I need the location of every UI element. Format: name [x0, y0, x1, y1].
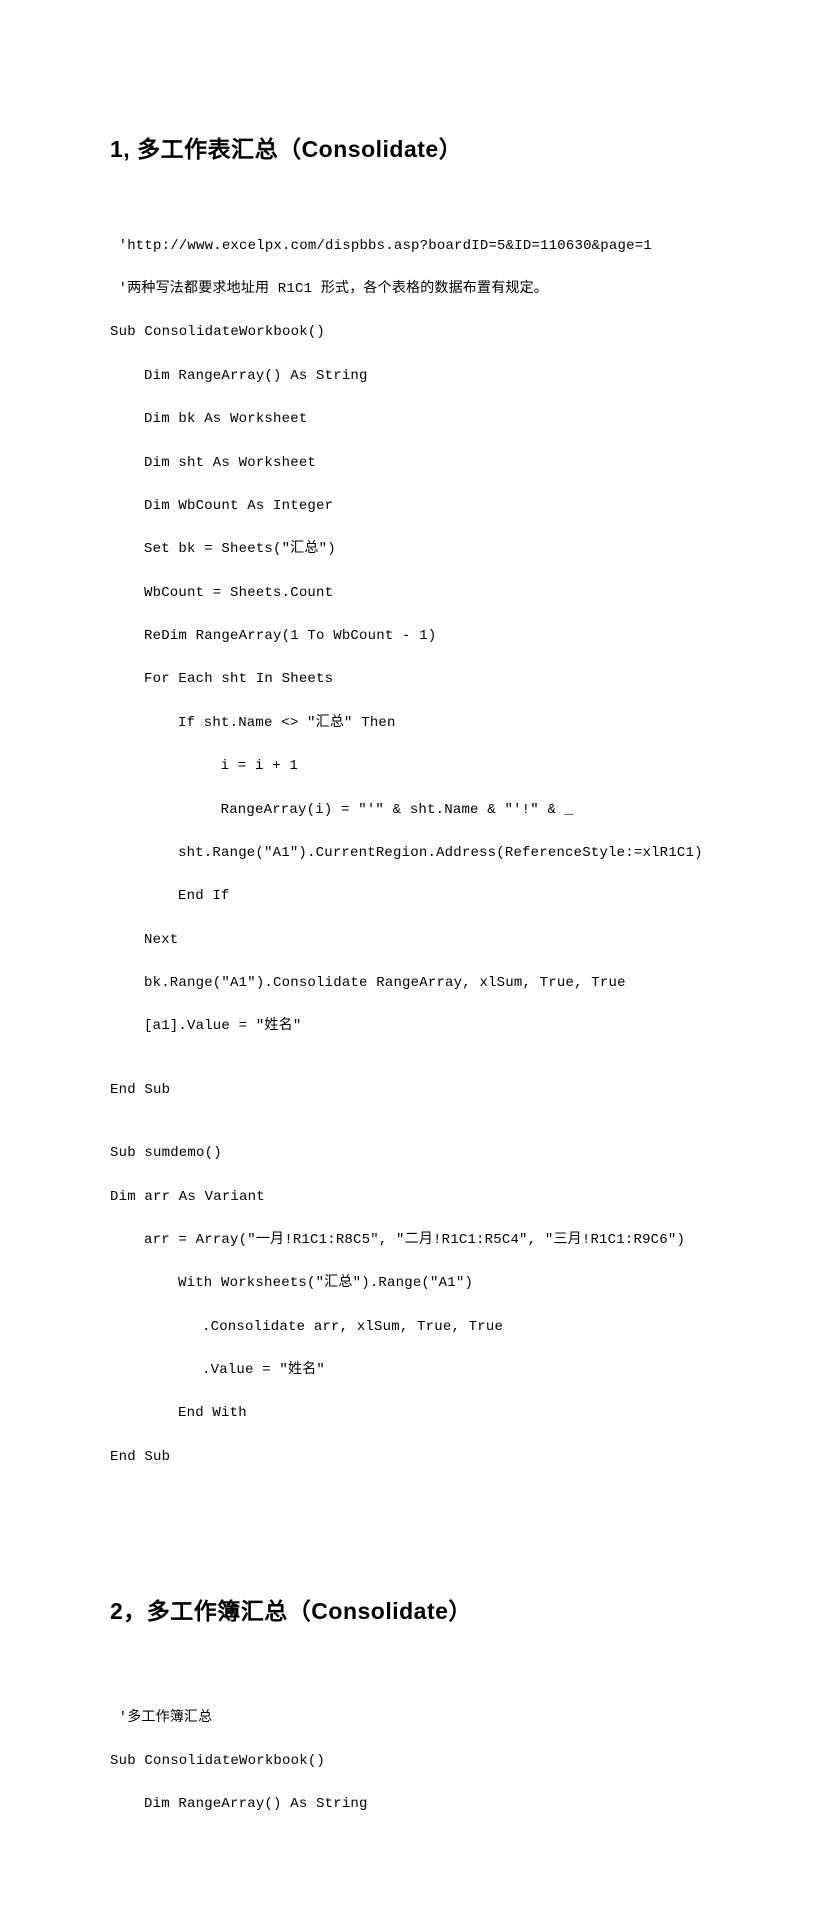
code-line: Sub sumdemo() [110, 1143, 726, 1165]
code-line: RangeArray(i) = "'" & sht.Name & "'!" & … [110, 800, 726, 822]
code-line: If sht.Name <> "汇总" Then [110, 713, 726, 735]
code-line: bk.Range("A1").Consolidate RangeArray, x… [110, 973, 726, 995]
code-line: ReDim RangeArray(1 To WbCount - 1) [110, 626, 726, 648]
code-line: .Consolidate arr, xlSum, True, True [110, 1317, 726, 1339]
code-line: End With [110, 1403, 726, 1425]
code-line: '两种写法都要求地址用 R1C1 形式，各个表格的数据布置有规定。 [110, 279, 726, 301]
code-line: Set bk = Sheets("汇总") [110, 539, 726, 561]
code-line: 'http://www.excelpx.com/dispbbs.asp?boar… [110, 236, 726, 258]
code-line: .Value = "姓名" [110, 1360, 726, 1382]
code-line: '多工作簿汇总 [110, 1708, 726, 1730]
code-line: Sub ConsolidateWorkbook() [110, 322, 726, 344]
code-line: Dim bk As Worksheet [110, 409, 726, 431]
code-line: arr = Array("一月!R1C1:R8C5", "二月!R1C1:R5C… [110, 1230, 726, 1252]
code-block-2: '多工作簿汇总 Sub ConsolidateWorkbook() Dim Ra… [110, 1686, 726, 1860]
code-line: sht.Range("A1").CurrentRegion.Address(Re… [110, 843, 726, 865]
code-line: Next [110, 930, 726, 952]
code-line: End Sub [110, 1447, 726, 1469]
code-line: Sub ConsolidateWorkbook() [110, 1751, 726, 1773]
code-line: End If [110, 886, 726, 908]
code-line: With Worksheets("汇总").Range("A1") [110, 1273, 726, 1295]
code-block-1: 'http://www.excelpx.com/dispbbs.asp?boar… [110, 214, 726, 1512]
code-line: Dim WbCount As Integer [110, 496, 726, 518]
code-line: Dim RangeArray() As String [110, 1794, 726, 1816]
code-line: i = i + 1 [110, 756, 726, 778]
heading-1: 1, 多工作表汇总（Consolidate） [110, 130, 726, 164]
code-line: [a1].Value = "姓名" [110, 1016, 726, 1038]
code-line: Dim sht As Worksheet [110, 453, 726, 475]
code-line: Dim arr As Variant [110, 1187, 726, 1209]
code-line: For Each sht In Sheets [110, 669, 726, 691]
code-line: End Sub [110, 1080, 726, 1102]
code-line: WbCount = Sheets.Count [110, 583, 726, 605]
heading-2: 2，多工作簿汇总（Consolidate） [110, 1592, 726, 1626]
document-page: 1, 多工作表汇总（Consolidate） 'http://www.excel… [0, 0, 826, 1919]
code-line: Dim RangeArray() As String [110, 366, 726, 388]
